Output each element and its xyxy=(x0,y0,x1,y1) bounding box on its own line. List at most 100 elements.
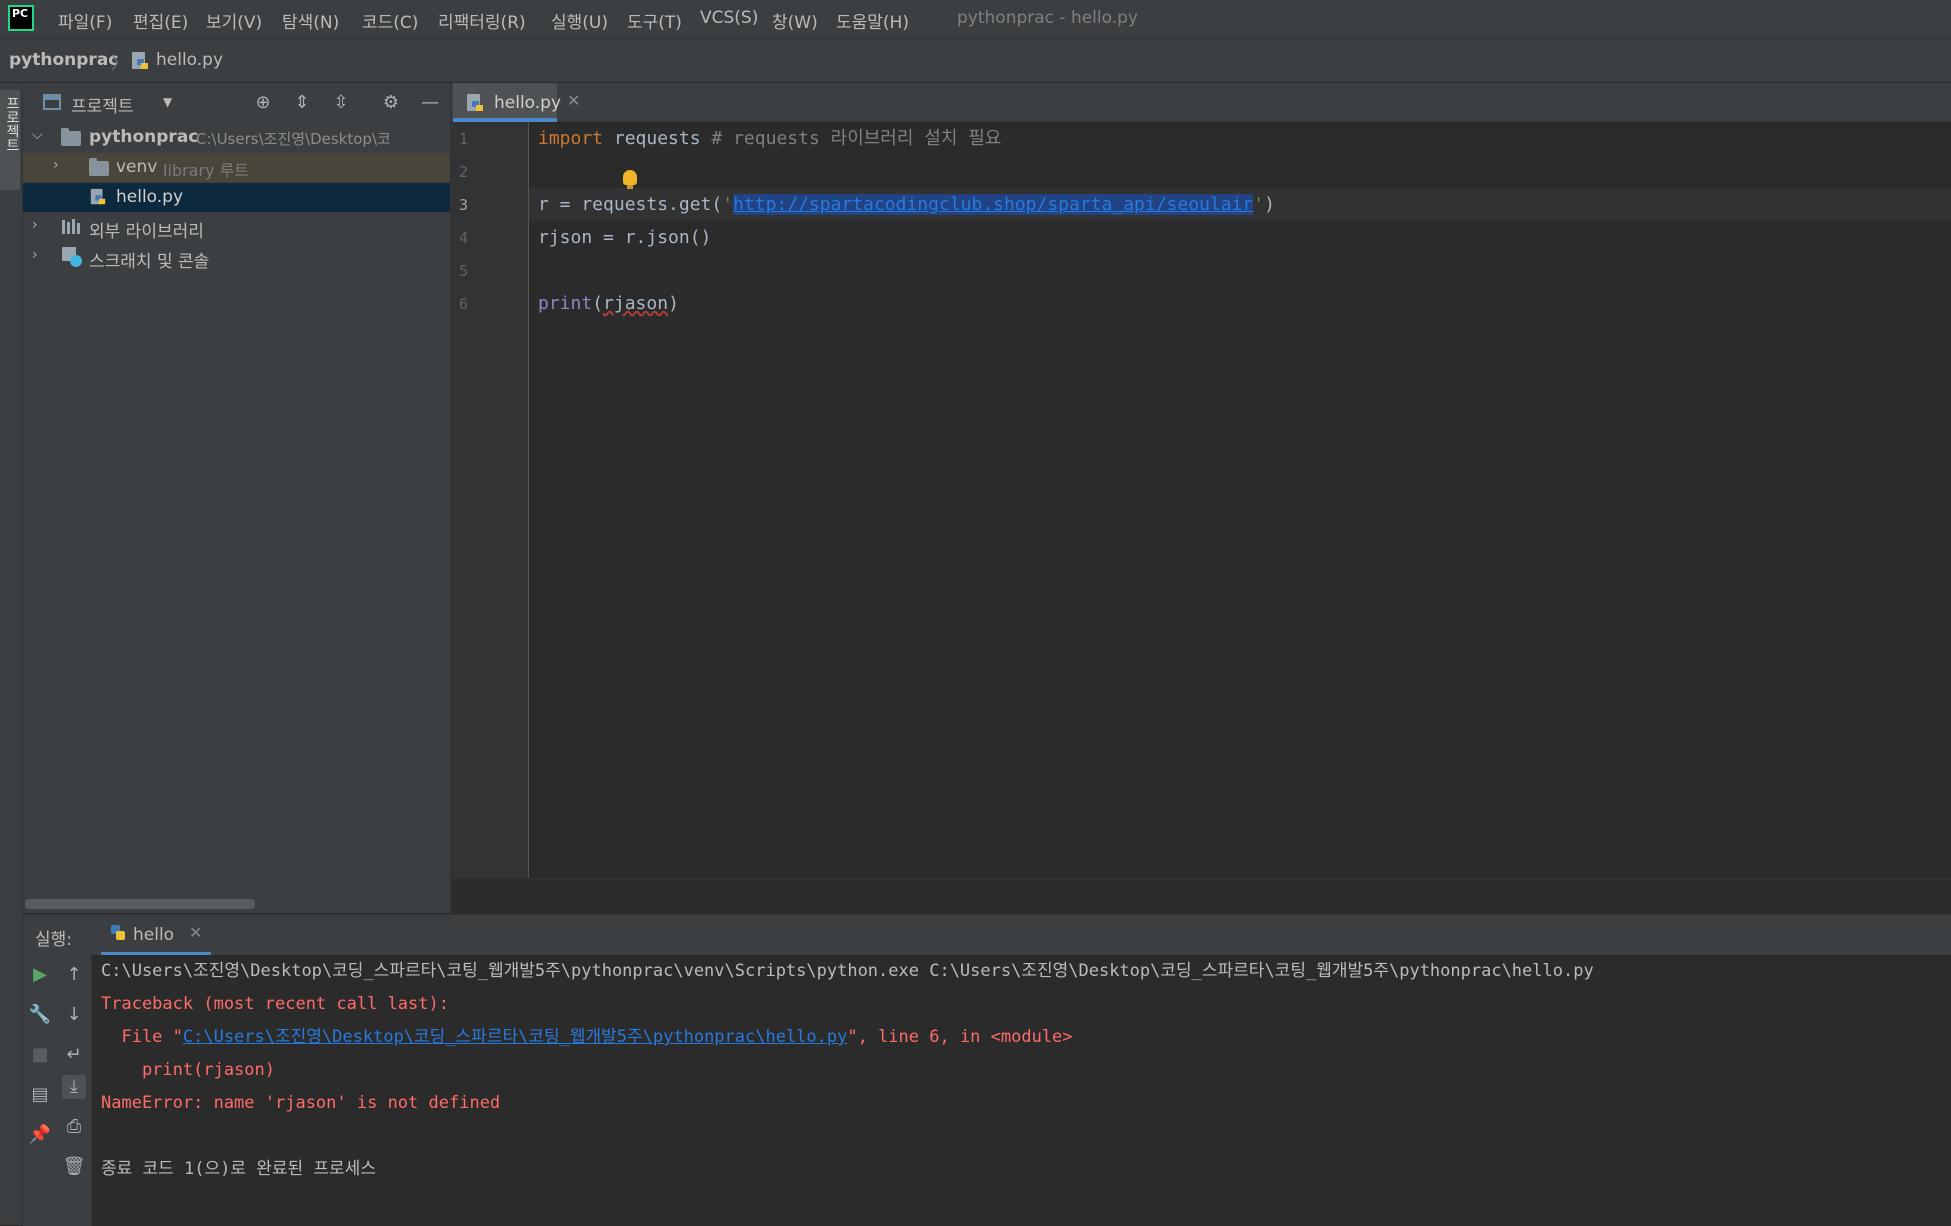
tab-label: hello.py xyxy=(494,93,562,113)
scratches-icon xyxy=(62,247,82,267)
stop-icon[interactable]: ■ xyxy=(28,1043,52,1067)
print-icon[interactable]: ⎙ xyxy=(62,1115,86,1139)
menu-refactor[interactable]: 리팩터링(R) xyxy=(438,8,526,33)
line-number: 5 xyxy=(459,262,469,280)
python-icon xyxy=(111,925,125,940)
line-number: 2 xyxy=(459,163,469,181)
console-text: ", line 6, in <module> xyxy=(847,1027,1073,1047)
breadcrumb-project[interactable]: pythonprac xyxy=(9,50,118,70)
window-title: pythonprac - hello.py xyxy=(957,8,1138,28)
horizontal-scrollbar[interactable] xyxy=(25,899,255,909)
console-file-line: File "C:\Users\조진영\Desktop\코딩_스파르타\코팅_웹개… xyxy=(101,1021,1073,1054)
menu-tools[interactable]: 도구(T) xyxy=(627,8,682,33)
chevron-right-icon[interactable]: › xyxy=(32,247,38,263)
tab-hello-py[interactable]: hello.py ✕ xyxy=(453,83,580,122)
trash-icon[interactable]: 🗑 xyxy=(62,1155,86,1179)
console-file-link[interactable]: C:\Users\조진영\Desktop\코딩_스파르타\코팅_웹개발5주\py… xyxy=(183,1027,847,1047)
menu-edit[interactable]: 편집(E) xyxy=(133,8,188,33)
python-file-icon xyxy=(90,188,106,205)
scroll-to-end-icon[interactable]: ⤓ xyxy=(62,1075,86,1099)
menu-run[interactable]: 실행(U) xyxy=(551,8,608,33)
console-text: File " xyxy=(101,1027,183,1047)
breadcrumb-file[interactable]: hello.py xyxy=(156,50,223,70)
string-quote: ' xyxy=(722,194,734,215)
arrow-up-icon[interactable]: ↑ xyxy=(62,963,86,987)
project-panel-header: 프로젝트 ▼ ⊕ ⇕ ⇳ ⚙ — xyxy=(23,83,450,123)
editor-horizontal-scroll-area xyxy=(451,878,1951,914)
line-number: 6 xyxy=(459,295,469,313)
folder-icon xyxy=(61,128,81,146)
line-number: 3 xyxy=(459,196,469,214)
menu-code[interactable]: 코드(C) xyxy=(362,8,418,33)
code-line-1: import requests # requests 라이브러리 설치 필요 xyxy=(538,122,1001,155)
pin-icon[interactable]: 📌 xyxy=(28,1123,52,1147)
code-area[interactable]: import requests # requests 라이브러리 설치 필요 r… xyxy=(529,122,1951,913)
run-tab-label: hello xyxy=(133,925,175,945)
run-toolbar-secondary: ↑ ↓ ↵ ⤓ ⎙ 🗑 xyxy=(57,955,92,1226)
project-panel: 프로젝트 ▼ ⊕ ⇕ ⇳ ⚙ — ⌵ pythonprac C:\Users\조… xyxy=(23,83,451,913)
layout-icon[interactable]: ▤ xyxy=(28,1083,52,1107)
console-command-line: C:\Users\조진영\Desktop\코딩_스파르타\코팅_웹개발5주\py… xyxy=(101,961,1594,981)
chevron-down-icon[interactable]: ▼ xyxy=(163,95,172,109)
menu-file[interactable]: 파일(F) xyxy=(58,8,112,33)
collapse-all-icon[interactable]: ⇳ xyxy=(329,91,353,115)
menu-vcs[interactable]: VCS(S) xyxy=(700,8,758,28)
tree-item-external-libraries[interactable]: › 외부 라이브러리 xyxy=(23,213,450,242)
tree-item-venv[interactable]: › venv library 루트 xyxy=(23,153,450,182)
console-code-line: print(rjason) xyxy=(101,1060,275,1080)
tree-item-root[interactable]: ⌵ pythonprac C:\Users\조진영\Desktop\코 xyxy=(23,123,450,152)
chevron-right-icon[interactable]: › xyxy=(53,157,59,173)
menu-navigate[interactable]: 탐색(N) xyxy=(282,8,339,33)
breadcrumb-separator: 〉 xyxy=(111,54,128,74)
keyword-import: import xyxy=(538,128,604,149)
locate-file-icon[interactable]: ⊕ xyxy=(251,91,275,115)
line-number: 1 xyxy=(459,130,469,148)
python-file-icon xyxy=(132,52,148,69)
run-tab-hello[interactable]: hello ✕ xyxy=(101,915,211,955)
tree-file-name: hello.py xyxy=(116,187,184,207)
lightbulb-icon[interactable] xyxy=(623,170,637,189)
console-exit-line: 종료 코드 1(으)로 완료된 프로세스 xyxy=(101,1159,376,1179)
menu-bar: PC 파일(F) 편집(E) 보기(V) 탐색(N) 코드(C) 리팩터링(R)… xyxy=(0,0,1951,39)
chevron-right-icon[interactable]: › xyxy=(32,217,38,233)
tree-scratches-label: 스크래치 및 콘솔 xyxy=(89,252,210,272)
close-icon[interactable]: ✕ xyxy=(189,923,202,942)
code-line-6: print(rjason) xyxy=(538,287,679,320)
library-icon xyxy=(62,219,80,234)
line-number: 4 xyxy=(459,229,469,247)
folder-icon xyxy=(89,158,109,176)
unresolved-reference: rjason xyxy=(603,293,669,314)
run-icon[interactable]: ▶ xyxy=(28,963,52,987)
pycharm-logo-icon: PC xyxy=(8,5,34,31)
code-text: ) xyxy=(668,293,679,314)
soft-wrap-icon[interactable]: ↵ xyxy=(62,1043,86,1067)
code-text: ) xyxy=(1264,194,1275,215)
chevron-down-icon[interactable]: ⌵ xyxy=(32,127,43,143)
code-text: r = requests.get( xyxy=(538,194,723,215)
python-file-icon xyxy=(467,94,483,111)
run-panel-header: 실행: hello ✕ xyxy=(23,915,1951,955)
close-icon[interactable]: ✕ xyxy=(567,91,580,110)
tree-item-hello-py[interactable]: hello.py xyxy=(23,183,450,212)
tree-item-scratches[interactable]: › 스크래치 및 콘솔 xyxy=(23,243,450,272)
wrench-icon[interactable]: 🔧 xyxy=(28,1003,52,1027)
tree-root-name: pythonprac xyxy=(89,127,199,147)
minimize-icon[interactable]: — xyxy=(418,91,442,115)
console-output[interactable]: C:\Users\조진영\Desktop\코딩_스파르타\코팅_웹개발5주\py… xyxy=(101,955,1951,1226)
menu-help[interactable]: 도움말(H) xyxy=(836,8,909,33)
logo-text: PC xyxy=(12,7,29,20)
arrow-down-icon[interactable]: ↓ xyxy=(62,1003,86,1027)
menu-view[interactable]: 보기(V) xyxy=(206,8,262,33)
project-window-icon xyxy=(43,94,61,110)
code-comment: # requests 라이브러리 설치 필요 xyxy=(711,128,1002,149)
run-panel: 실행: hello ✕ ▶ 🔧 ■ ▤ 📌 ↑ ↓ ↵ ⤓ ⎙ 🗑 C:\Use… xyxy=(23,914,1951,1226)
project-tool-tab-label: 프로젝트 xyxy=(4,96,20,152)
menu-window[interactable]: 창(W) xyxy=(772,8,818,33)
gear-icon[interactable]: ⚙ xyxy=(379,91,403,115)
breadcrumb: pythonprac 〉 hello.py xyxy=(0,39,1951,83)
code-text: ( xyxy=(592,293,604,314)
project-tool-tab[interactable]: 프로젝트 xyxy=(0,90,20,190)
url-link[interactable]: http://spartacodingclub.shop/sparta_api/… xyxy=(733,194,1254,215)
project-panel-title[interactable]: 프로젝트 xyxy=(71,92,134,117)
expand-all-icon[interactable]: ⇕ xyxy=(290,91,314,115)
